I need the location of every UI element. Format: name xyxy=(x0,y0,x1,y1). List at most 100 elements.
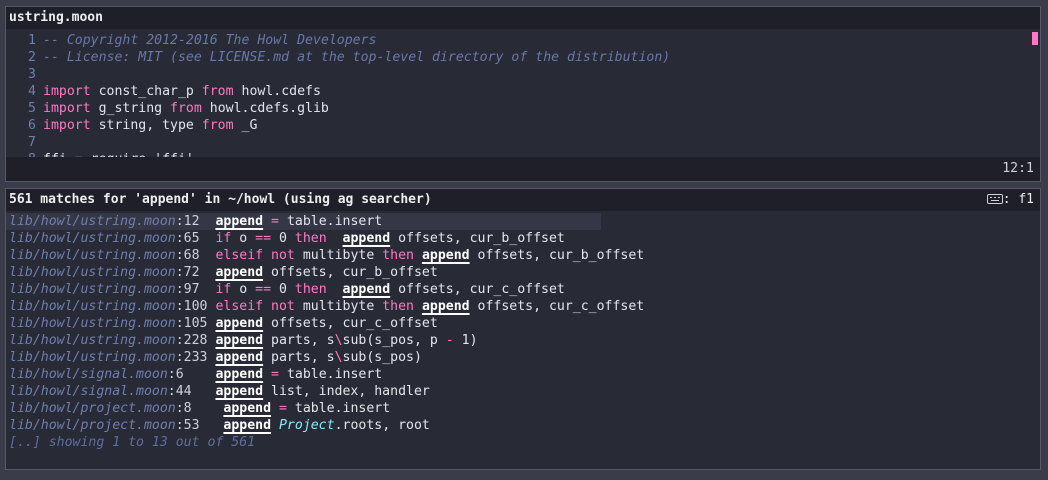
result-code-token: offsets, cur_b_offset xyxy=(469,248,645,263)
match-highlight: append xyxy=(215,333,264,348)
result-code-token: parts, s xyxy=(263,333,335,348)
result-code-token: Project xyxy=(278,418,335,433)
result-spacer xyxy=(200,265,216,280)
search-result-row[interactable]: lib/howl/ustring.moon:100 elseif not mul… xyxy=(6,298,1040,315)
code-token: string, type xyxy=(90,118,202,133)
match-highlight: append xyxy=(215,214,264,229)
code-token: from xyxy=(201,84,234,99)
keyboard-hint-label: : f1 xyxy=(1002,192,1034,207)
search-result-row[interactable]: lib/howl/signal.moon:44 append list, ind… xyxy=(6,383,1040,400)
result-code-token: .roots, root xyxy=(334,418,430,433)
result-code-token: sub(s_pos, p xyxy=(342,333,446,348)
result-file-path: lib/howl/project.moon xyxy=(9,401,176,416)
result-file-path: lib/howl/ustring.moon xyxy=(9,214,176,229)
code-token: import xyxy=(43,84,91,99)
result-line-number: :8 xyxy=(175,401,192,416)
code-token: import xyxy=(43,101,91,116)
result-code-token: == xyxy=(255,282,272,297)
result-line-number: :228 xyxy=(175,333,208,348)
result-line-number: :233 xyxy=(175,350,208,365)
result-code-token xyxy=(414,299,422,314)
code-line[interactable]: 7 xyxy=(6,134,1040,151)
match-highlight: append xyxy=(223,418,272,433)
result-line-number: :100 xyxy=(175,299,208,314)
code-line[interactable]: 3 xyxy=(6,66,1040,83)
cursor-position: 12:1 xyxy=(1002,161,1034,176)
result-code-token: offsets, cur_c_offset xyxy=(263,316,438,331)
code-token: import xyxy=(43,118,91,133)
match-highlight: append xyxy=(215,350,264,365)
search-result-row[interactable]: lib/howl/project.moon:8 append = table.i… xyxy=(6,400,1040,417)
search-result-row[interactable]: lib/howl/ustring.moon:228 append parts, … xyxy=(6,332,1040,349)
editor-pane[interactable]: ustring.moon 1 -- Copyright 2012-2016 The… xyxy=(5,6,1041,182)
match-highlight: append xyxy=(342,282,391,297)
result-code-token: table.insert xyxy=(279,214,383,229)
result-code-token: = xyxy=(278,401,287,416)
match-highlight: append xyxy=(215,265,264,280)
result-code-token: elseif xyxy=(215,248,264,263)
result-code-token xyxy=(271,418,279,433)
result-code-token: not xyxy=(271,299,295,314)
match-highlight: append xyxy=(342,231,391,246)
line-number: 3 xyxy=(28,67,36,82)
result-spacer xyxy=(200,282,216,297)
result-file-path: lib/howl/ustring.moon xyxy=(9,316,176,331)
result-line-number: :6 xyxy=(167,367,184,382)
result-line-number: :65 xyxy=(175,231,200,246)
code-token: g_string xyxy=(90,101,171,116)
code-line[interactable]: 2 -- License: MIT (see LICENSE.md at the … xyxy=(6,49,1040,66)
search-result-row[interactable]: lib/howl/ustring.moon:68 elseif not mult… xyxy=(6,247,1040,264)
result-code-token: parts, s xyxy=(263,350,335,365)
code-line[interactable]: 1 -- Copyright 2012-2016 The Howl Develop… xyxy=(6,32,1040,49)
result-code-token: \ xyxy=(334,350,343,365)
search-result-row[interactable]: lib/howl/ustring.moon:105 append offsets… xyxy=(6,315,1040,332)
code-token: -- License: MIT (see LICENSE.md at the t… xyxy=(43,50,671,65)
result-code-token: if xyxy=(215,282,232,297)
result-code-token: o xyxy=(231,231,256,246)
code-token: const_char_p xyxy=(90,84,202,99)
result-code-token: table.insert xyxy=(279,367,383,382)
search-result-row[interactable]: lib/howl/ustring.moon:233 append parts, … xyxy=(6,349,1040,366)
search-result-row[interactable]: lib/howl/ustring.moon:65 if o == 0 then … xyxy=(6,230,1040,247)
search-result-row[interactable]: lib/howl/signal.moon:6 append = table.in… xyxy=(6,366,1040,383)
search-result-row[interactable]: lib/howl/ustring.moon:72 append offsets,… xyxy=(6,264,1040,281)
code-token: _G xyxy=(233,118,258,133)
result-code-token: offsets, cur_b_offset xyxy=(263,265,438,280)
search-result-row[interactable]: lib/howl/ustring.moon:12 append = table.… xyxy=(6,213,601,230)
match-highlight: append xyxy=(223,401,272,416)
code-token: from xyxy=(170,101,202,116)
result-code-token xyxy=(327,231,343,246)
code-token: howl.cdefs.glib xyxy=(201,101,329,116)
result-code-token: = xyxy=(271,367,279,382)
result-code-token: 1) xyxy=(453,333,478,348)
code-line[interactable]: 6 import string, type from _G xyxy=(6,117,1040,134)
line-number: 5 xyxy=(28,101,36,116)
result-code-token: if xyxy=(215,231,232,246)
result-code-token: == xyxy=(255,231,272,246)
search-header: 561 matches for 'append' in ~/howl (usin… xyxy=(6,189,1040,211)
code-area[interactable]: 1 -- Copyright 2012-2016 The Howl Develop… xyxy=(6,29,1040,160)
keyboard-hint: : f1 xyxy=(986,189,1034,211)
results-list: lib/howl/ustring.moon:12 append = table.… xyxy=(6,211,1040,451)
result-spacer xyxy=(192,384,216,399)
result-line-number: :12 xyxy=(175,214,200,229)
search-result-row[interactable]: lib/howl/ustring.moon:97 if o == 0 then … xyxy=(6,281,1040,298)
result-code-token: offsets, cur_b_offset xyxy=(390,231,565,246)
search-result-row[interactable]: lib/howl/project.moon:53 append Project.… xyxy=(6,417,1040,434)
result-spacer xyxy=(200,231,216,246)
result-spacer xyxy=(200,248,216,263)
code-token: howl.cdefs xyxy=(233,84,321,99)
result-code-token: - xyxy=(445,333,454,348)
code-line[interactable]: 5 import g_string from howl.cdefs.glib xyxy=(6,100,1040,117)
match-highlight: append xyxy=(215,384,264,399)
result-code-token: then xyxy=(294,231,327,246)
line-number: 6 xyxy=(28,118,36,133)
editor-status-bar: 12:1 xyxy=(6,157,1040,181)
search-results-pane: 561 matches for 'append' in ~/howl (usin… xyxy=(5,188,1041,470)
result-code-token: 0 xyxy=(271,231,295,246)
result-code-token xyxy=(263,248,271,263)
code-line[interactable]: 4 import const_char_p from howl.cdefs xyxy=(6,83,1040,100)
code-token: -- Copyright 2012-2016 The Howl Develope… xyxy=(43,33,377,48)
result-code-token xyxy=(263,367,271,382)
editor-title-bar: ustring.moon xyxy=(6,7,1040,29)
